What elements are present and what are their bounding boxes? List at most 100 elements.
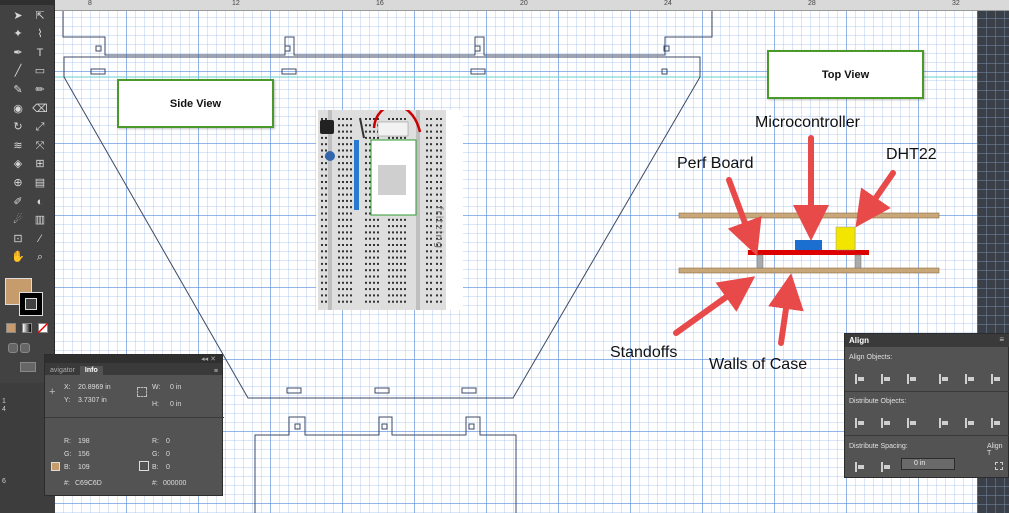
distribute-right-icon[interactable] [989,418,1001,428]
stroke-hex-value: 000000 [163,480,187,487]
mesh-tool-icon[interactable]: ⊕ [11,176,25,190]
microcontroller-label[interactable]: Microcontroller [755,114,860,132]
distribute-top-icon[interactable] [853,418,865,428]
distribute-hspace-icon[interactable] [879,462,891,472]
x-value: 20.8969 in [78,384,111,391]
stroke-swatch[interactable] [19,292,43,316]
distribute-bottom-icon[interactable] [905,418,917,428]
horizontal-align-right-icon[interactable] [905,374,917,384]
side-view-box[interactable]: Side View [117,79,274,128]
perf-board-shape[interactable] [748,250,869,255]
magic-wand-tool-icon[interactable]: ✦ [11,28,25,42]
rotate-tool-icon[interactable]: ↻ [11,121,25,135]
artboard-tool-icon[interactable]: ⊡ [11,232,25,246]
distribute-left-icon[interactable] [937,418,949,428]
perf-board-arrow[interactable] [726,177,762,257]
horizontal-align-center-icon[interactable] [879,374,891,384]
hand-tool-icon[interactable]: ✋ [11,251,25,265]
distribute-vcenter-icon[interactable] [879,418,891,428]
horizontal-align-left-icon[interactable] [853,374,865,384]
free-transform-tool-icon[interactable]: ⤧ [33,139,47,153]
eyedropper-tool-icon[interactable]: ✐ [11,195,25,209]
none-mode-button[interactable] [38,323,48,333]
paintbrush-tool-icon[interactable]: ✎ [11,83,25,97]
slice-tool-icon[interactable]: ⁄ [33,232,47,246]
perspective-grid-tool-icon[interactable]: ⊞ [33,158,47,172]
gradient-mode-button[interactable] [22,323,32,333]
column-graph-tool-icon[interactable]: ▥ [33,214,47,228]
fill-b-value: 109 [78,464,90,471]
align-to-dropdown-icon[interactable] [993,461,1005,471]
screen-mode-button[interactable] [20,362,36,372]
color-mode-button[interactable] [6,323,16,333]
standoff-right[interactable] [854,254,862,269]
scale-tool-icon[interactable]: ⤢ [33,121,47,135]
distribute-hcenter-icon[interactable] [963,418,975,428]
panel-header[interactable]: ◂◂ ✕ [45,355,222,363]
panel-menu-icon[interactable]: ≡ [214,368,222,375]
symbol-sprayer-tool-icon[interactable]: ☄ [11,214,25,228]
zoom-tool-icon[interactable]: ⌕ [33,251,47,265]
width-tool-icon[interactable]: ≋ [11,139,25,153]
tab-info[interactable]: Info [79,366,103,375]
vertical-align-top-icon[interactable] [937,374,949,384]
direct-selection-tool-icon[interactable]: ⇱ [33,9,47,23]
w-label: W: [152,384,161,391]
toolbar-grip[interactable] [0,0,55,5]
vertical-align-bottom-icon[interactable] [989,374,1001,384]
type-tool-icon[interactable]: T [33,46,47,60]
walls-of-case-label[interactable]: Walls of Case [709,356,807,374]
selection-tool-icon[interactable]: ➤ [11,9,25,23]
fill-r-value: 198 [78,438,90,445]
bottom-board[interactable] [678,267,940,274]
standoffs-arrow[interactable] [673,276,756,336]
perf-board-label[interactable]: Perf Board [677,155,753,173]
fill-hex-label: #: [64,480,70,487]
line-tool-icon[interactable]: ╱ [11,65,25,79]
distribute-vspace-icon[interactable] [853,462,865,472]
standoff-left[interactable] [756,254,764,269]
blob-brush-tool-icon[interactable]: ◉ [11,102,25,116]
shape-builder-tool-icon[interactable]: ◈ [11,158,25,172]
stroke-b-value: 0 [166,464,170,471]
align-panel-header[interactable]: Align ≡ [845,334,1009,347]
top-view-box[interactable]: Top View [767,50,924,99]
collapse-icon[interactable]: ◂◂ ✕ [201,355,216,363]
pen-tool-icon[interactable]: ✒ [11,46,25,60]
fritzing-brand: fritzing [433,206,444,250]
draw-behind-button[interactable] [20,343,30,353]
align-title: Align [849,336,869,345]
fill-color-icon [51,462,60,471]
tab-navigator[interactable]: avigator [45,366,80,375]
spacing-input[interactable]: 0 in [901,458,955,470]
distribute-spacing-label: Distribute Spacing: [849,443,908,450]
case-bottom-panel[interactable] [254,416,517,513]
illustrator-window: 8 12 16 20 24 28 32 1 4 6 Side View Top … [0,0,1009,513]
side-view-label: Side View [169,97,222,110]
eraser-tool-icon[interactable]: ⌫ [32,102,48,116]
y-value: 3.7307 in [78,397,107,404]
dht22-label[interactable]: DHT22 [886,146,937,164]
breadboard-image[interactable]: fritzing [316,104,463,310]
crosshair-icon: + [49,386,56,398]
vertical-align-center-icon[interactable] [963,374,975,384]
y-label: Y: [64,397,71,404]
pencil-tool-icon[interactable]: ✏ [33,83,47,97]
blend-tool-icon[interactable]: ◐ [33,195,47,209]
dht22-arrow[interactable] [855,170,896,228]
gradient-tool-icon[interactable]: ▤ [33,176,47,190]
standoffs-label[interactable]: Standoffs [610,344,677,362]
align-objects-label: Align Objects: [849,354,893,361]
h-label: H: [152,401,159,408]
walls-arrow[interactable] [768,273,804,346]
case-top-panel[interactable] [62,11,713,56]
rectangle-tool-icon[interactable]: ▭ [33,65,47,79]
lasso-tool-icon[interactable]: ⌇ [33,28,47,42]
microcontroller-shape[interactable] [795,240,822,250]
x-label: X: [64,384,71,391]
h-value: 0 in [170,401,182,408]
dht22-shape[interactable] [835,226,856,251]
fill-hex-value: C69C6D [75,480,102,487]
draw-mode-button[interactable] [8,343,18,353]
panel-menu-icon[interactable]: ≡ [999,335,1004,344]
